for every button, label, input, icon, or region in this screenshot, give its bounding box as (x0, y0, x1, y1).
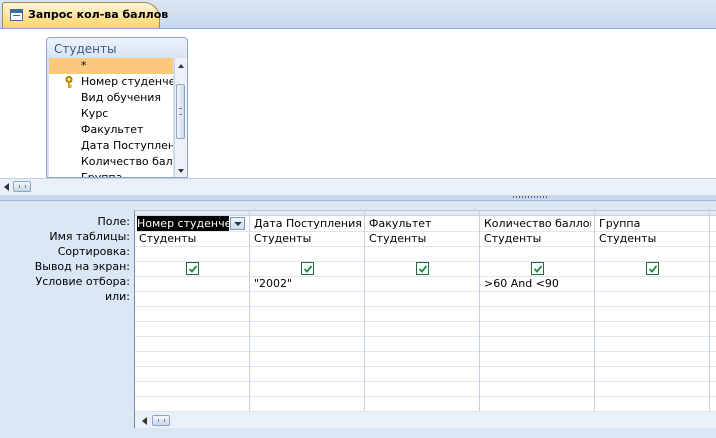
grid-cell-criteria[interactable] (139, 276, 246, 291)
check-icon (648, 265, 658, 273)
grid-cell-or[interactable] (484, 291, 591, 306)
show-checkbox[interactable] (186, 262, 199, 275)
check-icon (188, 265, 198, 273)
show-checkbox[interactable] (646, 262, 659, 275)
query-design-grid-pane: Поле: Имя таблицы: Сортировка: Вывод на экр… (0, 201, 716, 438)
query-tab-label: Запрос кол-ва баллов (28, 8, 169, 21)
grid-cell-field[interactable]: Количество баллов (484, 216, 591, 231)
query-icon (10, 9, 23, 21)
field-list-item-label: Номер студенческого (81, 75, 173, 88)
field-list-item-label: Вид обучения (81, 91, 162, 104)
query-tab[interactable]: Запрос кол-ва баллов (2, 2, 168, 28)
field-list-item[interactable]: Факультет (49, 122, 173, 138)
grid-cell-sort[interactable] (484, 246, 591, 261)
grid-row-label: Сортировка: (57, 245, 130, 258)
grid-cell-field[interactable]: Номер студенческого (137, 216, 229, 231)
grid-cell-or[interactable] (369, 291, 476, 306)
field-list-item[interactable]: * (49, 58, 173, 74)
grid-cell-criteria[interactable] (599, 276, 706, 291)
grid-hscrollbar[interactable] (135, 411, 716, 428)
grid-cell-table[interactable]: Студенты (254, 231, 361, 246)
field-list-item[interactable]: Номер студенческого (49, 74, 173, 90)
grid-cell-field[interactable]: Дата Поступления (254, 216, 361, 231)
grid-row-label: Имя таблицы: (49, 230, 130, 243)
query-design-grid: Номер студенческогоСтудентыДата Поступле… (134, 210, 716, 428)
scroll-down-icon[interactable] (178, 169, 184, 173)
scroll-left-icon[interactable] (142, 417, 147, 425)
show-checkbox[interactable] (531, 262, 544, 275)
grid-cell-table[interactable]: Студенты (369, 231, 476, 246)
grid-cell-criteria[interactable]: "2002" (254, 276, 361, 291)
grid-row-label: Вывод на экран: (34, 260, 130, 273)
field-list-item-label: Факультет (81, 123, 144, 136)
document-tab-strip: Запрос кол-ва баллов (0, 0, 716, 29)
grid-cell-sort[interactable] (254, 246, 361, 261)
check-icon (418, 265, 428, 273)
field-list-item[interactable]: Дата Поступления (49, 138, 173, 154)
scroll-up-icon[interactable] (178, 64, 184, 68)
grid-row-line (135, 411, 716, 412)
hscroll-thumb[interactable] (152, 415, 170, 426)
grid-cell-table[interactable]: Студенты (139, 231, 246, 246)
field-list-item[interactable]: Вид обучения (49, 90, 173, 106)
field-list-item-label: Курс (81, 107, 109, 120)
field-list-scrollbar[interactable] (174, 58, 187, 177)
grid-cell-table[interactable]: Студенты (484, 231, 591, 246)
field-list-item-label: Группа (81, 171, 123, 178)
scroll-thumb[interactable] (176, 84, 185, 139)
field-list-item-label: Дата Поступления (81, 139, 173, 152)
grid-cell-or[interactable] (139, 291, 246, 306)
table-pane-hscrollbar[interactable] (0, 178, 716, 196)
check-icon (533, 265, 543, 273)
grid-cell-field[interactable]: Факультет (369, 216, 476, 231)
grid-cell-criteria[interactable] (369, 276, 476, 291)
show-checkbox[interactable] (416, 262, 429, 275)
grid-cell-or[interactable] (599, 291, 706, 306)
grid-row-label: Поле: (97, 215, 130, 228)
field-list-item-label: Количество баллов (81, 155, 173, 168)
grid-cell-sort[interactable] (599, 246, 706, 261)
grid-cell-criteria[interactable]: >60 And <90 (484, 276, 591, 291)
hscroll-thumb[interactable] (13, 181, 31, 192)
grid-cell-field[interactable]: Группа (599, 216, 706, 231)
field-list-item[interactable]: Курс (49, 106, 173, 122)
table-pane: Студенты * Номер студенческого Вид обучени… (0, 29, 716, 178)
grid-cell-or[interactable] (254, 291, 361, 306)
primary-key-icon (65, 76, 73, 88)
field-list: * Номер студенческого Вид обучения Курс Факу… (49, 58, 173, 178)
grid-cell-sort[interactable] (139, 246, 246, 261)
field-list-item-label: * (81, 59, 87, 72)
field-list-item[interactable]: Количество баллов (49, 154, 173, 170)
field-dropdown-button[interactable] (230, 217, 245, 230)
table-field-list[interactable]: Студенты * Номер студенческого Вид обучени… (46, 37, 188, 178)
scroll-left-icon[interactable] (4, 183, 9, 191)
table-title: Студенты (54, 42, 117, 56)
show-checkbox[interactable] (301, 262, 314, 275)
field-list-item[interactable]: Группа (49, 170, 173, 178)
check-icon (303, 265, 313, 273)
grid-row-label: или: (104, 290, 130, 303)
grid-cell-table[interactable]: Студенты (599, 231, 706, 246)
grid-cell-sort[interactable] (369, 246, 476, 261)
grid-row-label: Условие отбора: (35, 275, 131, 288)
splitter-grip-icon[interactable] (513, 196, 549, 198)
